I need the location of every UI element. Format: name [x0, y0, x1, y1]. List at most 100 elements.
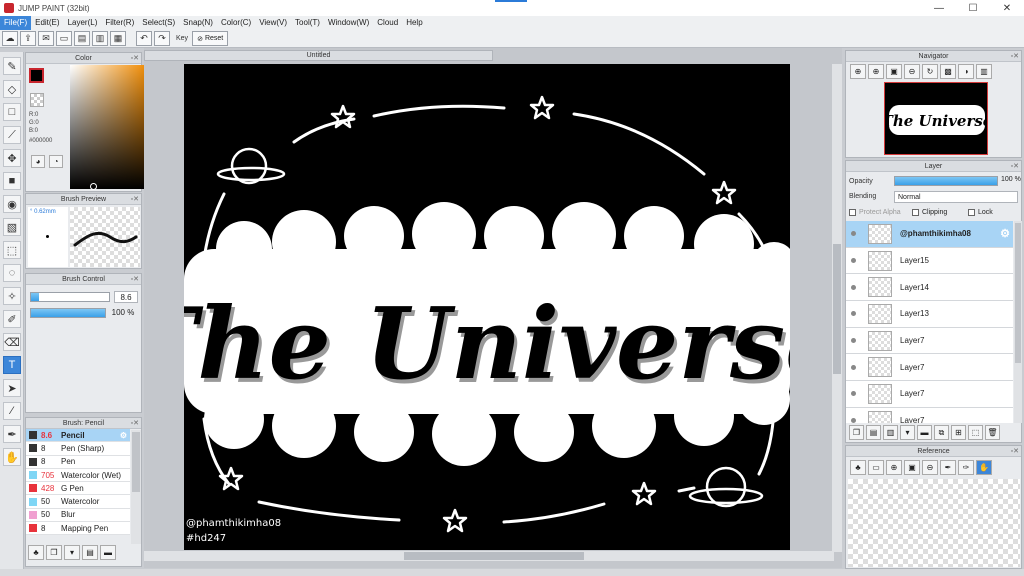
panel-controls-icon[interactable]: ▫✕: [131, 194, 139, 205]
brush-item[interactable]: 8.6 Pencil ⚙: [26, 429, 130, 443]
select-rect-tool-icon[interactable]: ⬚: [3, 241, 21, 259]
pen-dropper-tool-icon[interactable]: ✒: [3, 425, 21, 443]
new-layer-menu-icon[interactable]: ▾: [900, 425, 915, 440]
document-icon[interactable]: ▤: [74, 31, 90, 46]
ref-open-icon[interactable]: ▭: [868, 460, 884, 475]
panel-controls-icon[interactable]: ▫✕: [1011, 446, 1019, 457]
select-pen-tool-icon[interactable]: ✐: [3, 310, 21, 328]
move-tool-icon[interactable]: ✥: [3, 149, 21, 167]
brush-item[interactable]: 50 Blur: [26, 508, 130, 523]
layer-item[interactable]: Layer15: [846, 247, 1013, 275]
actual-size-icon[interactable]: ▩: [940, 64, 956, 79]
undo-icon[interactable]: ↶: [136, 31, 152, 46]
menu-filter[interactable]: Filter(R): [101, 16, 138, 30]
brush-item[interactable]: 8 Pen: [26, 455, 130, 469]
redo-icon[interactable]: ↷: [154, 31, 170, 46]
panel-controls-icon[interactable]: ▫✕: [131, 274, 139, 285]
brush-list-scroll-thumb[interactable]: [132, 432, 140, 492]
close-button[interactable]: ✕: [990, 0, 1024, 16]
layer-item[interactable]: Layer7: [846, 381, 1013, 408]
canvas-vscroll-thumb[interactable]: [833, 244, 841, 374]
menu-color[interactable]: Color(C): [217, 16, 255, 30]
menu-help[interactable]: Help: [402, 16, 426, 30]
reset-button[interactable]: ⊘ Reset: [192, 31, 229, 46]
layer-item[interactable]: Layer7: [846, 407, 1013, 423]
transparent-color-swatch[interactable]: [30, 93, 44, 107]
bucket-tool-icon[interactable]: ◉: [3, 195, 21, 213]
maximize-button[interactable]: ☐: [956, 0, 990, 16]
rectangle-tool-icon[interactable]: □: [3, 103, 21, 121]
visibility-icon[interactable]: [846, 354, 860, 380]
visibility-icon[interactable]: [846, 274, 860, 300]
layer-item[interactable]: Layer14: [846, 274, 1013, 302]
ref-add-icon[interactable]: ♣: [850, 460, 866, 475]
lock-checkbox[interactable]: Lock: [968, 209, 993, 216]
brush-settings-icon[interactable]: ▤: [82, 545, 98, 560]
brush-list-scrollbar[interactable]: [131, 430, 141, 544]
layer-opacity-slider[interactable]: [894, 176, 998, 186]
comment-icon[interactable]: ✉: [38, 31, 54, 46]
clear-layer-icon[interactable]: ⬚: [968, 425, 983, 440]
color-history-icon[interactable]: ◔: [49, 155, 63, 168]
layer-scroll-thumb[interactable]: [1015, 223, 1021, 363]
ref-pin-icon[interactable]: ✑: [958, 460, 974, 475]
zoom-in-icon[interactable]: ⊕: [850, 64, 866, 79]
ref-hand-icon[interactable]: ✋: [976, 460, 992, 475]
canvas-vertical-scrollbar[interactable]: [832, 64, 842, 552]
zoom-fit-icon[interactable]: ▣: [886, 64, 902, 79]
canvas-horizontal-scrollbar[interactable]: [144, 551, 834, 561]
zoom-in-alt-icon[interactable]: ⊕: [868, 64, 884, 79]
brush-tool-icon[interactable]: ✎: [3, 57, 21, 75]
brush-folder-icon[interactable]: ▬: [100, 545, 116, 560]
canvas-hscroll-thumb[interactable]: [404, 552, 584, 560]
brush-size-slider[interactable]: [30, 292, 110, 302]
palette-icon[interactable]: ◕: [31, 155, 45, 168]
ref-fit-icon[interactable]: ▣: [904, 460, 920, 475]
layer-item[interactable]: Layer13: [846, 301, 1013, 328]
panel-controls-icon[interactable]: ▫✕: [131, 53, 139, 64]
add-brush-icon[interactable]: ♣: [28, 545, 44, 560]
brush-menu-icon[interactable]: ▾: [64, 545, 80, 560]
zoom-out-icon[interactable]: ⊖: [904, 64, 920, 79]
clipping-checkbox[interactable]: Clipping: [912, 209, 947, 216]
share-icon[interactable]: ⇪: [20, 31, 36, 46]
visibility-icon[interactable]: [846, 408, 860, 423]
menu-window[interactable]: Window(W): [324, 16, 373, 30]
new-layer-8bit-icon[interactable]: ▤: [866, 425, 881, 440]
brush-item[interactable]: 428 G Pen: [26, 482, 130, 496]
brush-item[interactable]: 8 Mapping Pen: [26, 522, 130, 536]
brush-copy-icon[interactable]: ❐: [46, 545, 62, 560]
brush-item[interactable]: 50 Watercolor: [26, 495, 130, 509]
brush-opacity-slider[interactable]: [30, 308, 106, 318]
page-icon[interactable]: ▥: [92, 31, 108, 46]
delete-layer-icon[interactable]: 🗑: [985, 425, 1000, 440]
blending-select[interactable]: Normal: [894, 191, 1018, 203]
reference-canvas[interactable]: [848, 479, 1020, 567]
flip-icon[interactable]: ◑: [958, 64, 974, 79]
saturation-value-picker[interactable]: [70, 65, 148, 189]
menu-layer[interactable]: Layer(L): [64, 16, 102, 30]
brush-item[interactable]: 705 Watercolor (Wet): [26, 468, 130, 483]
menu-select[interactable]: Select(S): [138, 16, 179, 30]
menu-cloud[interactable]: Cloud: [373, 16, 402, 30]
ref-dropper-icon[interactable]: ✒: [940, 460, 956, 475]
eraser-tool-icon[interactable]: ◇: [3, 80, 21, 98]
menu-snap[interactable]: Snap(N): [179, 16, 217, 30]
foreground-color-swatch[interactable]: [29, 68, 44, 83]
merge-layer-icon[interactable]: ⊞: [951, 425, 966, 440]
layer-settings-gear-icon[interactable]: ⚙: [1000, 227, 1010, 240]
line-tool-icon[interactable]: ⟋: [3, 126, 21, 144]
message-icon[interactable]: ▭: [56, 31, 72, 46]
visibility-icon[interactable]: [846, 301, 860, 327]
navigator-settings-icon[interactable]: ▥: [976, 64, 992, 79]
minimize-button[interactable]: —: [922, 0, 956, 16]
visibility-icon[interactable]: [846, 221, 860, 247]
ref-zoom-out-icon[interactable]: ⊖: [922, 460, 938, 475]
new-layer-1bit-icon[interactable]: ▥: [883, 425, 898, 440]
layer-item[interactable]: Layer7: [846, 327, 1013, 355]
new-layer-folder-icon[interactable]: ▬: [917, 425, 932, 440]
layer-list-scrollbar[interactable]: [1014, 221, 1022, 423]
layer-item[interactable]: @phamthikimha08 ⚙: [846, 221, 1013, 248]
brush-settings-gear-icon[interactable]: ⚙: [120, 431, 127, 440]
lasso-tool-icon[interactable]: ◌: [3, 264, 21, 282]
